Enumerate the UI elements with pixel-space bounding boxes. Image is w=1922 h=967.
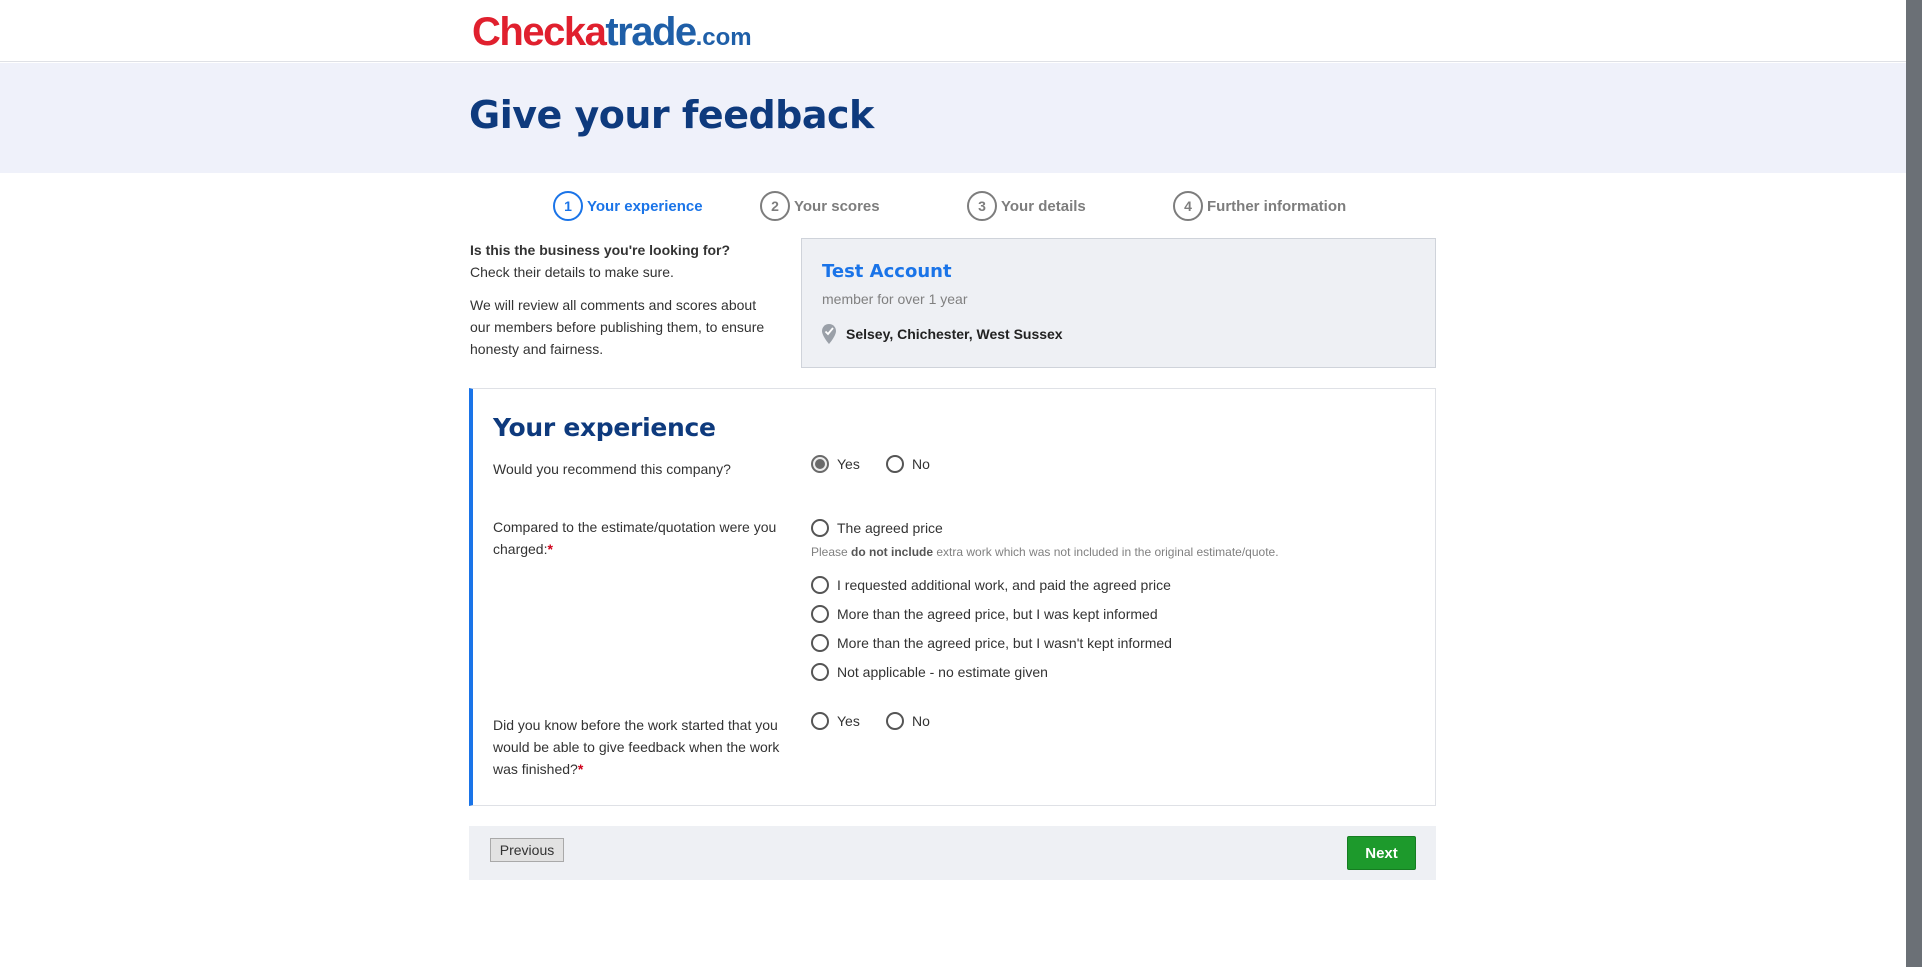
charged-not-applicable-option[interactable]: Not applicable - no estimate given bbox=[811, 663, 1048, 681]
next-button[interactable]: Next bbox=[1347, 836, 1416, 870]
business-card: Test Account member for over 1 year Sels… bbox=[801, 238, 1436, 368]
charged-question: Compared to the estimate/quotation were … bbox=[493, 516, 793, 560]
recommend-no-radio[interactable] bbox=[886, 455, 904, 473]
form-navigation: Previous Next bbox=[469, 826, 1436, 880]
charged-agreed-price-radio[interactable] bbox=[811, 519, 829, 537]
experience-panel: Your experience Would you recommend this… bbox=[469, 388, 1436, 806]
step-label: Your scores bbox=[794, 197, 880, 215]
section-title: Your experience bbox=[493, 413, 716, 442]
location-pin-icon bbox=[822, 324, 836, 344]
step-number: 3 bbox=[967, 191, 997, 221]
recommend-yes-radio[interactable] bbox=[811, 455, 829, 473]
option-label: No bbox=[912, 456, 930, 472]
option-label: No bbox=[912, 713, 930, 729]
option-label: Yes bbox=[837, 456, 860, 472]
step-label: Your experience bbox=[587, 197, 703, 215]
charged-more-informed-option[interactable]: More than the agreed price, but I was ke… bbox=[811, 605, 1158, 623]
checkatrade-logo[interactable]: Checkatrade.com bbox=[472, 10, 752, 60]
logo-text-part: .com bbox=[695, 24, 752, 51]
hint-emphasis: do not include bbox=[851, 545, 934, 559]
feedback-known-yes-radio[interactable] bbox=[811, 712, 829, 730]
intro-question: Is this the business you're looking for? bbox=[470, 242, 731, 258]
charged-question-text: Compared to the estimate/quotation were … bbox=[493, 519, 777, 557]
intro-text: Is this the business you're looking for?… bbox=[470, 239, 780, 360]
required-marker: * bbox=[547, 541, 553, 557]
charged-more-informed-radio[interactable] bbox=[811, 605, 829, 623]
logo-text-part: trade bbox=[605, 10, 697, 54]
step-label: Your details bbox=[1001, 197, 1086, 215]
step-further-information: 4 Further information bbox=[1173, 190, 1346, 222]
charged-additional-work-option[interactable]: I requested additional work, and paid th… bbox=[811, 576, 1171, 594]
intro-check: Check their details to make sure. bbox=[470, 264, 674, 280]
feedback-known-yes-option[interactable]: Yes bbox=[811, 712, 860, 730]
recommend-question: Would you recommend this company? bbox=[493, 461, 731, 477]
recommend-yes-option[interactable]: Yes bbox=[811, 455, 860, 473]
membership-duration: member for over 1 year bbox=[822, 291, 968, 307]
step-your-details: 3 Your details bbox=[967, 190, 1086, 222]
vertical-scrollbar[interactable] bbox=[1906, 0, 1922, 967]
charged-hint: Please do not include extra work which w… bbox=[811, 545, 1279, 559]
charged-agreed-price-option[interactable]: The agreed price bbox=[811, 519, 943, 537]
business-name[interactable]: Test Account bbox=[822, 261, 952, 282]
feedback-known-question-text: Did you know before the work started tha… bbox=[493, 717, 780, 777]
hero-banner: Give your feedback bbox=[0, 63, 1906, 173]
feedback-known-no-option[interactable]: No bbox=[886, 712, 930, 730]
logo-text-part: k bbox=[563, 10, 586, 54]
step-your-scores: 2 Your scores bbox=[760, 190, 880, 222]
required-marker: * bbox=[577, 761, 584, 777]
step-label: Further information bbox=[1207, 197, 1347, 215]
charged-more-not-informed-radio[interactable] bbox=[811, 634, 829, 652]
charged-additional-work-radio[interactable] bbox=[811, 576, 829, 594]
charged-more-not-informed-option[interactable]: More than the agreed price, but I wasn't… bbox=[811, 634, 1172, 652]
step-number: 1 bbox=[553, 191, 583, 221]
logo-text-part: Chec bbox=[472, 10, 565, 54]
option-label: More than the agreed price, but I wasn't… bbox=[837, 635, 1172, 651]
step-number: 4 bbox=[1173, 191, 1203, 221]
hint-text: extra work which was not included in the… bbox=[933, 545, 1279, 559]
charged-not-applicable-radio[interactable] bbox=[811, 663, 829, 681]
option-label: Not applicable - no estimate given bbox=[837, 664, 1048, 680]
logo-text-part: a bbox=[584, 10, 607, 54]
intro-review: We will review all comments and scores a… bbox=[470, 297, 765, 357]
option-label: Yes bbox=[837, 713, 860, 729]
location-text: Selsey, Chichester, West Sussex bbox=[846, 326, 1063, 342]
business-location: Selsey, Chichester, West Sussex bbox=[822, 324, 1063, 344]
top-header: Checkatrade.com bbox=[0, 0, 1906, 62]
option-label: The agreed price bbox=[837, 520, 943, 536]
page: Checkatrade.com Give your feedback 1 You… bbox=[0, 0, 1922, 967]
option-label: I requested additional work, and paid th… bbox=[837, 577, 1171, 593]
previous-button[interactable]: Previous bbox=[490, 838, 564, 862]
feedback-known-no-radio[interactable] bbox=[886, 712, 904, 730]
step-number: 2 bbox=[760, 191, 790, 221]
recommend-no-option[interactable]: No bbox=[886, 455, 930, 473]
option-label: More than the agreed price, but I was ke… bbox=[837, 606, 1158, 622]
step-your-experience: 1 Your experience bbox=[553, 190, 703, 222]
progress-steps: 1 Your experience 2 Your scores 3 Your d… bbox=[553, 190, 1353, 222]
hint-text: Please bbox=[811, 545, 852, 559]
feedback-known-question: Did you know before the work started tha… bbox=[493, 714, 793, 780]
page-title: Give your feedback bbox=[469, 93, 874, 137]
